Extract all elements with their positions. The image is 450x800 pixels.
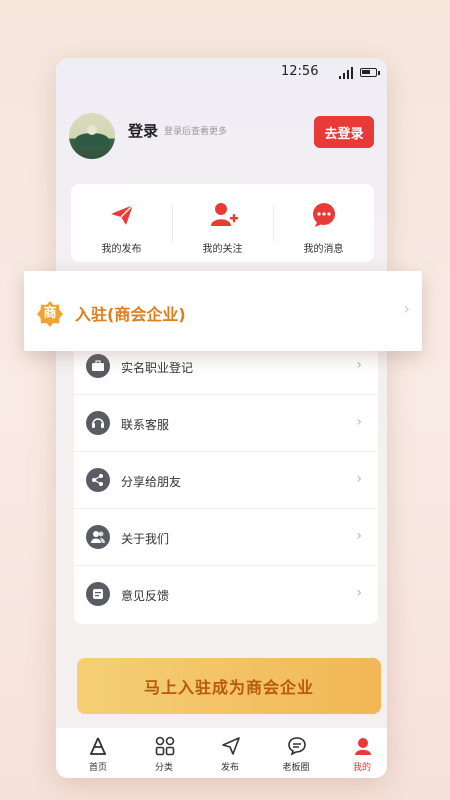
chevron-right-icon: › <box>356 471 362 487</box>
menu-item-label: 关于我们 <box>121 532 170 546</box>
message-bubble-icon <box>313 203 335 227</box>
avatar[interactable] <box>69 113 115 159</box>
tab-label: 首页 <box>88 763 107 773</box>
document-icon <box>86 582 110 606</box>
menu-item-share[interactable]: 分享给朋友 › <box>74 452 378 509</box>
signal-icon <box>339 67 353 79</box>
briefcase-icon <box>86 354 110 378</box>
chevron-right-icon: › <box>356 585 362 601</box>
quick-action-my-messages[interactable]: 我的消息 <box>273 184 374 262</box>
battery-icon <box>360 68 380 77</box>
tab-label: 分类 <box>154 763 173 773</box>
banner-label: 入驻(商会企业) <box>75 305 186 324</box>
tab-mine[interactable]: 我的 <box>329 728 387 778</box>
menu-item-label: 意见反馈 <box>121 589 170 603</box>
phone-screen: 12:56 登录 登录后查看更多 去登录 我的发布 我的关注 我的消息 实名职业… <box>56 58 387 778</box>
send-icon <box>222 737 240 755</box>
chevron-right-icon: › <box>356 528 362 544</box>
bottom-tab-bar: 首页 分类 发布 老板圈 我的 <box>56 728 387 778</box>
go-login-button[interactable]: 去登录 <box>314 116 374 148</box>
chat-icon <box>288 737 306 756</box>
tab-category[interactable]: 分类 <box>131 728 197 778</box>
status-bar: 12:56 <box>56 58 387 86</box>
menu-item-about-us[interactable]: 关于我们 › <box>74 509 378 566</box>
quick-action-my-follows[interactable]: 我的关注 <box>172 184 273 262</box>
join-chamber-banner[interactable]: 商 入驻(商会企业) › <box>24 271 422 351</box>
tab-label: 我的 <box>352 763 371 773</box>
quick-action-label: 我的消息 <box>303 244 344 255</box>
menu-list: 实名职业登记 › 联系客服 › 分享给朋友 › 关于我们 › 意见反馈 › <box>74 338 378 624</box>
menu-item-label: 联系客服 <box>121 418 170 432</box>
user-add-icon <box>211 203 238 226</box>
share-icon <box>86 468 110 492</box>
quick-action-label: 我的关注 <box>202 244 243 255</box>
quick-action-my-posts[interactable]: 我的发布 <box>71 184 172 262</box>
menu-item-feedback[interactable]: 意见反馈 › <box>74 566 378 623</box>
tab-home[interactable]: 首页 <box>65 728 131 778</box>
users-icon <box>86 525 110 549</box>
tab-publish[interactable]: 发布 <box>197 728 263 778</box>
login-subtitle: 登录后查看更多 <box>164 127 228 137</box>
grid-icon <box>155 736 175 756</box>
chevron-right-icon: › <box>356 357 362 373</box>
chevron-right-icon: › <box>403 299 410 318</box>
join-chamber-button[interactable]: 马上入驻成为商会企业 <box>77 658 381 714</box>
menu-item-contact-support[interactable]: 联系客服 › <box>74 395 378 452</box>
user-icon <box>355 738 371 755</box>
tab-label: 发布 <box>220 763 239 773</box>
tab-label: 老板圈 <box>282 763 310 773</box>
menu-item-label: 实名职业登记 <box>121 361 194 375</box>
chevron-right-icon: › <box>356 414 362 430</box>
paper-plane-icon <box>111 204 134 225</box>
merchant-badge-text: 商 <box>43 306 57 321</box>
login-title[interactable]: 登录 <box>128 120 158 141</box>
tab-boss-circle[interactable]: 老板圈 <box>263 728 329 778</box>
status-time: 12:56 <box>281 64 319 79</box>
quick-actions-card: 我的发布 我的关注 我的消息 <box>71 184 374 262</box>
quick-action-label: 我的发布 <box>101 244 142 255</box>
headset-icon <box>86 411 110 435</box>
menu-item-label: 分享给朋友 <box>121 475 182 489</box>
home-icon <box>90 737 106 755</box>
